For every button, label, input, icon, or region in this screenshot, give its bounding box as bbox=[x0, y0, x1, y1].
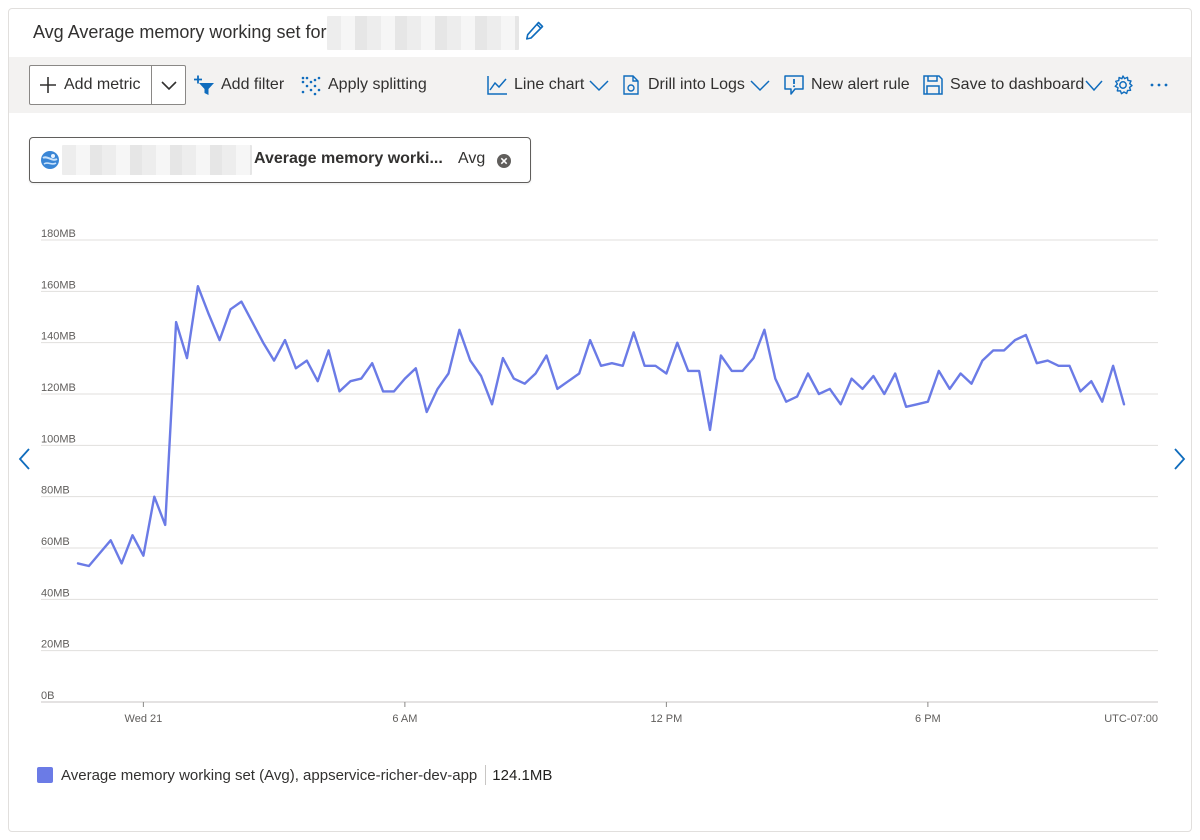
metrics-chart-panel: Avg Average memory working set for Add m… bbox=[8, 8, 1192, 832]
legend-summary-value: 124.1MB bbox=[492, 766, 553, 784]
chevron-left-icon[interactable] bbox=[17, 447, 33, 471]
timezone-label: UTC-07:00 bbox=[1104, 713, 1158, 725]
y-tick-label: 40MB bbox=[41, 587, 70, 599]
x-tick-label: Wed 21 bbox=[125, 713, 163, 725]
y-tick-label: 20MB bbox=[41, 639, 70, 651]
legend-swatch bbox=[37, 767, 53, 783]
series-line[interactable] bbox=[76, 285, 1126, 568]
y-tick-label: 60MB bbox=[41, 536, 70, 548]
legend-series-name: Average memory working set (Avg), appser… bbox=[61, 766, 478, 784]
chart-legend-item[interactable]: Average memory working set (Avg), appser… bbox=[37, 764, 552, 786]
y-tick-label: 100MB bbox=[41, 433, 76, 445]
x-tick-label: 6 AM bbox=[392, 713, 417, 725]
x-tick-label: 6 PM bbox=[915, 713, 941, 725]
y-tick-label: 80MB bbox=[41, 485, 70, 497]
y-tick-label: 160MB bbox=[41, 279, 76, 291]
chevron-right-icon[interactable] bbox=[1171, 447, 1187, 471]
y-tick-label: 0B bbox=[41, 690, 54, 702]
y-tick-label: 180MB bbox=[41, 228, 76, 240]
legend-divider bbox=[485, 765, 487, 785]
y-tick-label: 140MB bbox=[41, 331, 76, 343]
line-chart: 180MB 160MB 140MB 120MB 100MB 80MB 60MB 40MB 20M… bbox=[41, 228, 1158, 725]
x-tick-label: 12 PM bbox=[650, 713, 682, 725]
y-tick-label: 120MB bbox=[41, 382, 76, 394]
